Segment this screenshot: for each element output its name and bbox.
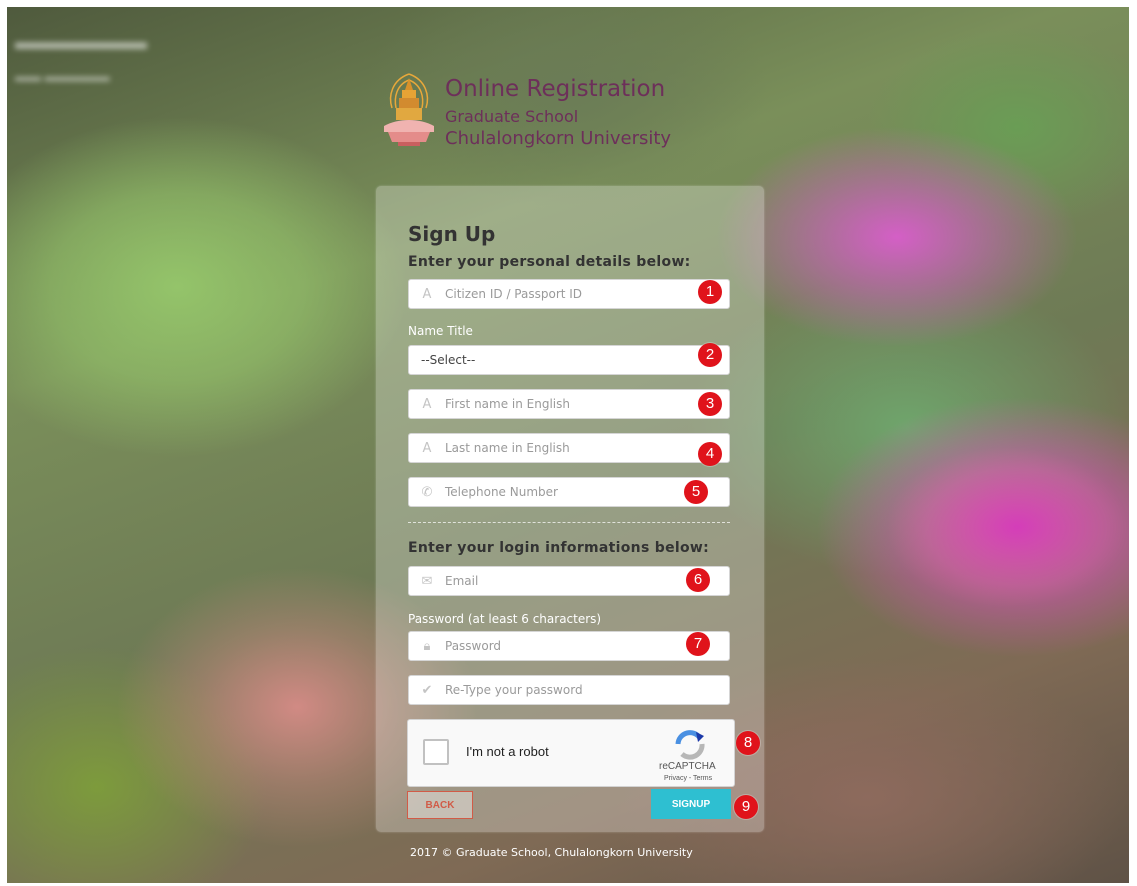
blurred-background-text: ▬▬ ▬▬▬▬▬ [15, 69, 110, 84]
font-icon: A [422, 286, 432, 302]
email-input[interactable]: ✉ Email [408, 566, 730, 596]
section-divider [408, 522, 730, 523]
font-icon: A [422, 396, 432, 412]
phone-icon: ✆ [421, 484, 433, 500]
marker-2: 2 [698, 343, 722, 367]
recaptcha-widget: I'm not a robot reCAPTCHA Privacy - Term… [407, 719, 735, 787]
back-button[interactable]: BACK [407, 791, 473, 819]
citizen-id-placeholder: Citizen ID / Passport ID [445, 287, 583, 301]
marker-4: 4 [698, 442, 722, 466]
telephone-placeholder: Telephone Number [445, 485, 558, 499]
form-title: Sign Up [408, 222, 496, 246]
marker-3: 3 [698, 392, 722, 416]
login-details-heading: Enter your login informations below: [408, 540, 710, 556]
footer-copyright: 2017 © Graduate School, Chulalongkorn Un… [410, 846, 693, 859]
recaptcha-checkbox[interactable] [423, 739, 449, 765]
password-input[interactable]: 🔒︎ Password [408, 631, 730, 661]
marker-9: 9 [734, 795, 758, 819]
password-hint-label: Password (at least 6 characters) [408, 612, 602, 626]
recaptcha-label: I'm not a robot [466, 744, 549, 759]
first-name-placeholder: First name in English [445, 397, 570, 411]
signup-card: Sign Up Enter your personal details belo… [376, 186, 764, 832]
marker-8: 8 [736, 731, 760, 755]
telephone-input[interactable]: ✆ Telephone Number [408, 477, 730, 507]
recaptcha-logo-icon [675, 730, 705, 760]
font-icon: A [422, 440, 432, 456]
site-logo[interactable]: Online Registration Graduate School Chul… [378, 70, 778, 150]
first-name-input[interactable]: A First name in English [408, 389, 730, 419]
recaptcha-brand: reCAPTCHA [659, 761, 716, 772]
check-icon: ✔ [421, 682, 433, 698]
lock-icon: 🔒︎ [423, 638, 431, 654]
marker-1: 1 [698, 280, 722, 304]
name-title-label: Name Title [408, 324, 473, 338]
email-placeholder: Email [445, 574, 479, 588]
password-placeholder: Password [445, 639, 502, 653]
chulalongkorn-emblem-icon [384, 73, 434, 146]
name-title-value: --Select-- [421, 353, 476, 367]
marker-5: 5 [684, 480, 708, 504]
last-name-placeholder: Last name in English [445, 441, 570, 455]
blurred-background-text: ▬▬▬▬▬▬ [15, 29, 147, 54]
envelope-icon: ✉ [421, 573, 433, 589]
app-title: Online Registration [445, 76, 666, 102]
last-name-input[interactable]: A Last name in English [408, 433, 730, 463]
retype-password-input[interactable]: ✔ Re-Type your password [408, 675, 730, 705]
marker-6: 6 [686, 568, 710, 592]
marker-7: 7 [686, 632, 710, 656]
recaptcha-privacy-terms-link[interactable]: Privacy - Terms [664, 775, 712, 782]
citizen-id-input[interactable]: A Citizen ID / Passport ID [408, 279, 730, 309]
personal-details-heading: Enter your personal details below: [408, 254, 691, 270]
name-title-select[interactable]: --Select-- [408, 345, 730, 375]
retype-password-placeholder: Re-Type your password [445, 683, 583, 697]
university-name: Chulalongkorn University [445, 128, 672, 149]
app-subtitle: Graduate School [445, 107, 579, 126]
signup-button[interactable]: SIGNUP [651, 789, 731, 819]
